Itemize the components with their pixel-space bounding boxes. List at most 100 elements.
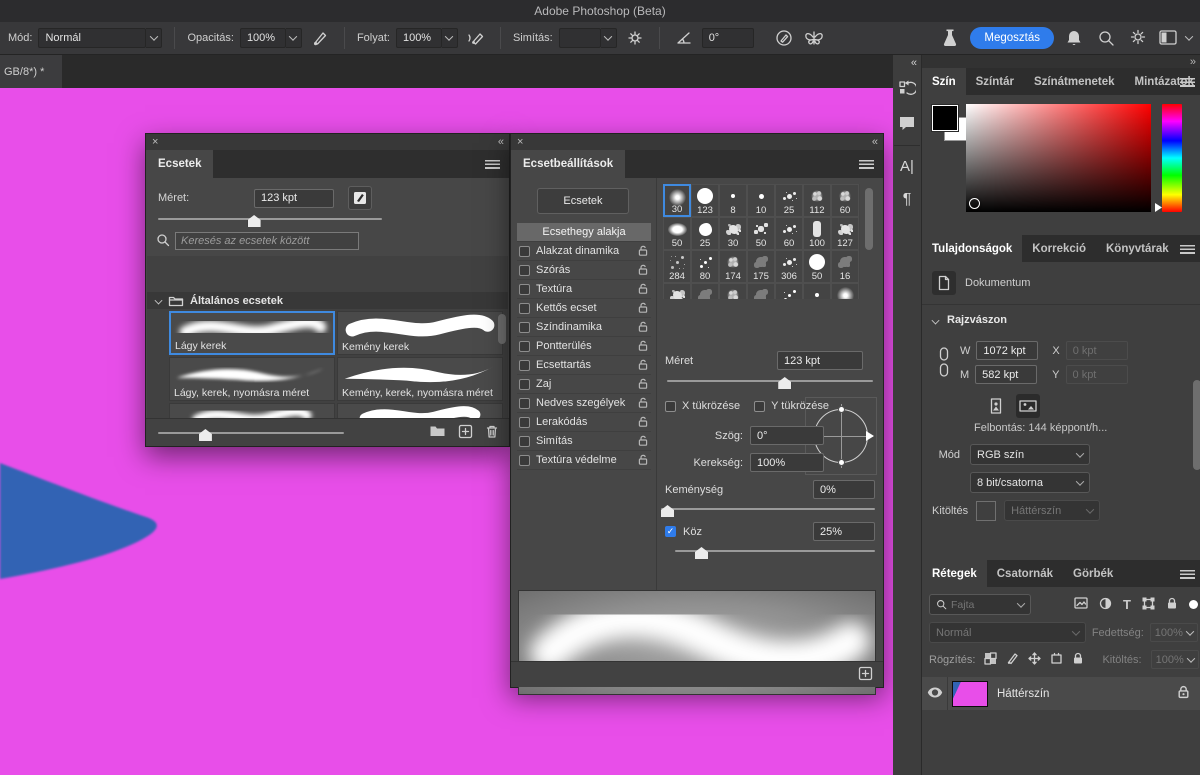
option-checkbox[interactable] [519, 340, 530, 352]
brush-option-row[interactable]: Lerakódás [517, 413, 651, 432]
brush-option-row[interactable]: Kettős ecset [517, 299, 651, 318]
brush-preset-partial[interactable] [169, 403, 335, 419]
filter-type-icon[interactable]: T [1123, 597, 1131, 612]
close-icon[interactable]: × [517, 136, 523, 148]
delete-trash-icon[interactable] [485, 424, 499, 442]
panel-menu-icon[interactable] [485, 160, 500, 169]
brush-tip-cell[interactable] [691, 283, 719, 299]
roundness-field[interactable]: 100% [750, 453, 824, 472]
layer-visibility-eye-icon[interactable] [927, 687, 943, 701]
brush-tip-cell[interactable]: 174 [719, 250, 747, 283]
brush-tip-cell[interactable] [775, 283, 803, 299]
brush-option-row[interactable]: Alakzat dinamika [517, 242, 651, 261]
pressure-size-icon[interactable] [772, 26, 796, 50]
tip-size-slider[interactable] [667, 377, 873, 389]
brush-tip-cell[interactable]: 50 [663, 217, 691, 250]
portrait-orientation-icon[interactable] [984, 394, 1008, 418]
panel-menu-icon[interactable] [1179, 78, 1195, 87]
tab-ecsetek[interactable]: Ecsetek [146, 150, 214, 178]
brush-size-field[interactable]: 123 kpt [254, 188, 334, 208]
tab-színtár[interactable]: Színtár [966, 68, 1024, 95]
brush-tip-cell[interactable]: 100 [803, 217, 831, 250]
hue-marker-icon[interactable] [1155, 203, 1162, 212]
panel-menu-icon[interactable] [859, 160, 874, 169]
brush-tip-cell[interactable]: 80 [691, 250, 719, 283]
share-button[interactable]: Megosztás [970, 27, 1054, 49]
brush-tip-cell[interactable]: 60 [775, 217, 803, 250]
tab-szín[interactable]: Szín [922, 68, 966, 95]
brush-tip-cell[interactable]: 16 [831, 250, 859, 283]
filter-adjustment-icon[interactable] [1099, 597, 1112, 613]
brush-tip-cell[interactable]: 30 [663, 184, 691, 217]
version-history-icon[interactable] [893, 75, 921, 103]
option-checkbox[interactable] [519, 264, 530, 276]
tab-színátmenetek[interactable]: Színátmenetek [1024, 68, 1125, 95]
smoothing-select[interactable] [558, 28, 601, 48]
brush-tip-cell[interactable]: 10 [747, 184, 775, 217]
brush-preset-lágy-kerek-nyomásra-méret[interactable]: Lágy, kerek, nyomásra méret [169, 357, 335, 401]
spacing-slider[interactable] [675, 547, 875, 559]
brush-search-input[interactable] [175, 232, 359, 250]
lock-artboard-icon[interactable] [1050, 652, 1063, 668]
brush-tip-cell[interactable]: 50 [803, 250, 831, 283]
option-checkbox[interactable] [519, 378, 530, 390]
option-checkbox[interactable] [519, 302, 530, 314]
brush-preset-kemény-kerek-nyomásra-méret[interactable]: Kemény, kerek, nyomásra méret [337, 357, 503, 401]
collapse-icon[interactable]: « [872, 136, 878, 148]
preview-size-slider[interactable] [158, 429, 344, 441]
tip-size-field[interactable]: 123 kpt [777, 351, 863, 370]
height-field[interactable]: 582 kpt [975, 365, 1038, 384]
opacity-select[interactable]: 100% [239, 28, 286, 48]
link-dimensions-icon[interactable] [938, 344, 950, 383]
comments-icon[interactable] [893, 109, 921, 137]
flip-x-checkbox[interactable] [665, 400, 676, 412]
brush-tip-cell[interactable]: 30 [719, 217, 747, 250]
brush-size-slider[interactable] [158, 215, 382, 227]
layer-row[interactable]: Háttérszín [922, 677, 1200, 710]
brush-option-row[interactable]: Textúra védelme [517, 451, 651, 470]
brush-tip-cell[interactable] [803, 283, 831, 299]
brush-tip-cell[interactable]: 284 [663, 250, 691, 283]
option-checkbox[interactable] [519, 321, 530, 333]
new-brush-icon[interactable] [858, 666, 873, 684]
panel-menu-icon[interactable] [1179, 245, 1195, 254]
pressure-opacity-icon[interactable] [308, 26, 332, 50]
paragraph-panel-icon[interactable]: ¶ [893, 186, 921, 214]
document-tab[interactable]: GB/8*) * [0, 55, 62, 88]
layer-name[interactable]: Háttérszín [997, 688, 1049, 700]
tab-ecsetbeallitasok[interactable]: Ecsetbeállítások [511, 150, 626, 178]
airbrush-icon[interactable] [464, 26, 488, 50]
landscape-orientation-icon[interactable] [1016, 394, 1040, 418]
close-icon[interactable]: × [152, 136, 158, 148]
collapse-icon[interactable]: « [911, 57, 917, 69]
hardness-field[interactable]: 0% [813, 480, 875, 499]
brush-option-row[interactable]: Pontterülés [517, 337, 651, 356]
option-checkbox[interactable] [519, 454, 530, 466]
hue-slider[interactable] [1162, 104, 1182, 212]
layer-filter-select[interactable] [929, 594, 1031, 615]
fill-swatch[interactable] [976, 500, 997, 521]
layer-filter-input[interactable] [951, 598, 1007, 611]
brush-option-row[interactable]: Színdinamika [517, 318, 651, 337]
brush-tip-cell[interactable]: 123 [691, 184, 719, 217]
hardness-slider[interactable] [661, 505, 875, 517]
brush-tip-cell[interactable]: 60 [831, 184, 859, 217]
properties-scrollbar[interactable] [1192, 380, 1200, 470]
bit-depth-dropdown[interactable]: 8 bit/csatorna [970, 472, 1090, 493]
lock-paint-icon[interactable] [1006, 652, 1019, 668]
brush-tip-cell[interactable]: 175 [747, 250, 775, 283]
brushes-button[interactable]: Ecsetek [537, 188, 629, 214]
brush-tip-cell[interactable]: 25 [775, 184, 803, 217]
flow-select[interactable]: 100% [395, 28, 442, 48]
foreground-color-swatch[interactable] [931, 104, 959, 132]
brush-tip-cell[interactable] [663, 283, 691, 299]
brush-preset-lágy-kerek[interactable]: Lágy kerek [169, 311, 335, 355]
color-mode-dropdown[interactable]: RGB szín [970, 444, 1090, 465]
brush-preset-partial[interactable] [337, 403, 503, 419]
spacing-checkbox[interactable]: ✓ [665, 526, 676, 537]
brush-option-row[interactable]: Simítás [517, 432, 651, 451]
brush-group-header[interactable]: Általános ecsetek [147, 292, 508, 309]
tab-könyvtárak[interactable]: Könyvtárak [1096, 235, 1179, 262]
option-checkbox[interactable] [519, 435, 530, 447]
brush-tip-cell[interactable]: 306 [775, 250, 803, 283]
